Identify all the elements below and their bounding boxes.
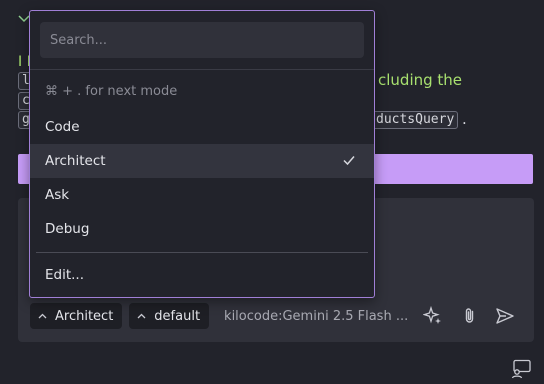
divider [30, 69, 374, 70]
mode-option-code[interactable]: Code [30, 110, 374, 144]
mode-option-ask[interactable]: Ask [30, 178, 374, 212]
edit-modes-option[interactable]: Edit... [30, 258, 374, 292]
enhance-prompt-sparkle-icon[interactable] [422, 305, 443, 326]
bg-period: . [462, 110, 467, 128]
mode-option-label: Code [45, 119, 80, 135]
code-chip-query: ductsQuery [372, 111, 459, 129]
mode-search-input[interactable] [40, 22, 364, 58]
mode-selector-label: Architect [55, 308, 114, 324]
mode-option-debug[interactable]: Debug [30, 212, 374, 246]
mode-option-label: Architect [45, 153, 106, 169]
chevron-up-icon [38, 311, 47, 322]
send-icon[interactable] [495, 306, 515, 326]
profile-selector-label: default [154, 308, 201, 324]
divider [36, 252, 368, 253]
composer-toolbar: Architect default kilocode:Gemini 2.5 Fl… [30, 302, 408, 330]
attach-paperclip-icon[interactable] [460, 306, 480, 326]
mode-option-architect[interactable]: Architect [30, 144, 374, 178]
model-selector[interactable]: kilocode:Gemini 2.5 Flash ... [224, 309, 408, 324]
checkmark-icon [342, 153, 356, 167]
mode-option-label: Ask [45, 187, 70, 203]
mode-option-label: Debug [45, 221, 90, 237]
keyboard-hint: ⌘ + . for next mode [45, 84, 178, 99]
edit-modes-label: Edit... [45, 267, 85, 283]
profile-selector-button[interactable]: default [129, 303, 210, 329]
mode-selector-button[interactable]: Architect [30, 303, 123, 329]
chevron-up-icon [137, 311, 146, 322]
feedback-chat-icon[interactable] [510, 359, 532, 379]
bg-text-line: cluding the [378, 71, 463, 89]
mode-dropdown-menu: ⌘ + . for next mode Code Architect Ask D… [29, 10, 375, 298]
